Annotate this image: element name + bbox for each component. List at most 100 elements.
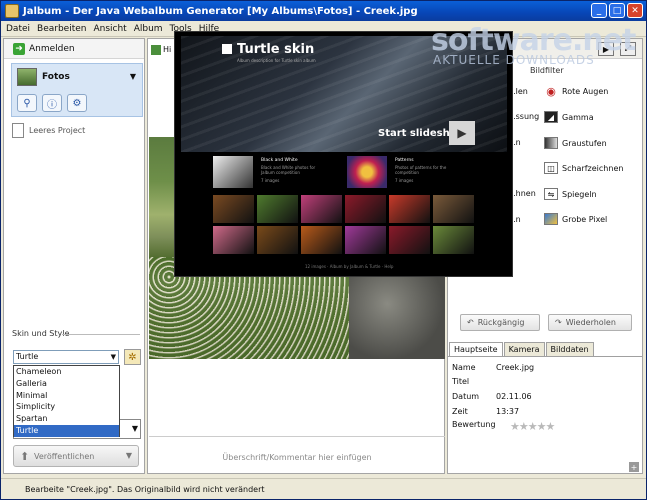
filter-gamma[interactable]: ◢ Gamma	[544, 111, 594, 123]
filter-red-eye[interactable]: ◉ Rote Augen	[544, 85, 608, 98]
empty-project-item[interactable]: Leeres Project	[12, 123, 85, 138]
thumbnail	[301, 195, 342, 223]
caption-input[interactable]: Überschrift/Kommentar hier einfügen	[148, 453, 446, 462]
filter-label: Grobe Pixel	[562, 214, 608, 224]
login-button[interactable]: ➜ Anmelden	[4, 39, 144, 59]
settings-icon[interactable]: ⚙	[67, 94, 87, 112]
prop-rating-row: Bewertung ★★★★★	[452, 420, 555, 433]
chevron-down-icon: ▼	[131, 424, 138, 433]
filter-label: Spiegeln	[562, 189, 597, 199]
prop-key: Zeit	[452, 407, 468, 416]
thumbnail	[213, 195, 254, 223]
prop-value[interactable]: 13:37	[496, 407, 519, 416]
rating-stars[interactable]: ★★★★★	[510, 420, 555, 433]
prop-value[interactable]: 02.11.06	[496, 392, 532, 401]
album-title: Black and White	[261, 158, 298, 163]
skin-option-turtle[interactable]: Turtle	[14, 424, 119, 437]
filter-grayscale[interactable]: Graustufen	[544, 137, 607, 149]
prop-time-row: Zeit 13:37	[452, 407, 519, 416]
home-tab-label: Hi	[163, 45, 172, 54]
filter-pixelate[interactable]: Grobe Pixel	[544, 213, 607, 225]
login-arrow-icon: ➜	[13, 42, 25, 55]
jalbum-app-icon	[5, 4, 19, 18]
publish-button[interactable]: ⬆ Veröffentlichen ▼	[13, 445, 139, 467]
thumbnail	[433, 226, 474, 254]
menu-datei[interactable]: Datei	[6, 24, 30, 34]
skin-option-simplicity[interactable]: Simplicity	[14, 401, 119, 413]
redo-label: Wiederholen	[565, 318, 616, 327]
search-icon[interactable]: ⚲	[17, 94, 37, 112]
tab-bilddaten[interactable]: Bilddaten	[545, 342, 594, 356]
chevron-down-icon[interactable]: ▼	[126, 451, 132, 460]
album-fotos[interactable]: Fotos ▼ ⚲ ⓘ ⚙	[11, 63, 143, 117]
eye-icon: ◉	[544, 85, 558, 98]
undo-icon: ↶	[467, 318, 474, 327]
watermark-tagline: AKTUELLE DOWNLOADS	[433, 53, 595, 67]
preview-subtitle: Album description for Turtle skin album	[237, 58, 316, 63]
album-count: 7 images	[261, 178, 280, 183]
mirror-icon: ⇋	[544, 188, 558, 200]
thumbnail	[213, 226, 254, 254]
menu-album[interactable]: Album	[134, 24, 163, 34]
album-thumbnail	[17, 68, 37, 86]
preview-footer: 12 images · Album by Jalbum & Turtle · H…	[305, 264, 394, 269]
prop-key: Name	[452, 363, 476, 372]
menu-ansicht[interactable]: Ansicht	[93, 24, 126, 34]
chevron-down-icon: ▼	[110, 353, 116, 361]
skin-section-label: Skin und Style	[12, 329, 70, 338]
maximize-button[interactable]: □	[609, 3, 625, 18]
minimize-button[interactable]: _	[591, 3, 607, 18]
skin-select[interactable]: Turtle ▼	[13, 350, 119, 364]
skin-dropdown-list: Chameleon Galleria Minimal Simplicity Sp…	[13, 365, 120, 437]
skin-option-spartan[interactable]: Spartan	[14, 413, 119, 425]
skin-preview-popup: Turtle skin Album description for Turtle…	[174, 31, 513, 277]
left-pane: ➜ Anmelden Fotos ▼ ⚲ ⓘ ⚙ Leeres Project …	[3, 38, 145, 474]
preview-title: Turtle skin	[237, 42, 315, 57]
chevron-down-icon[interactable]: ▼	[130, 72, 136, 81]
prop-value[interactable]: Creek.jpg	[496, 363, 534, 372]
thumbnail	[345, 195, 386, 223]
undo-button[interactable]: ↶ Rückgängig	[460, 314, 540, 331]
album-thumbnail	[347, 156, 387, 188]
prop-name-row: Name Creek.jpg	[452, 363, 534, 372]
skin-option-chameleon[interactable]: Chameleon	[14, 366, 119, 378]
window-title: Jalbum - Der Java Webalbum Generator [My…	[23, 5, 418, 17]
gamma-icon: ◢	[544, 111, 558, 123]
skin-settings-icon[interactable]: ✲	[124, 349, 141, 365]
prop-key: Titel	[452, 377, 470, 386]
play-icon: ▶	[449, 121, 475, 145]
filter-section-label: Bildfilter	[530, 66, 564, 75]
divider	[62, 334, 140, 335]
menu-bearbeiten[interactable]: Bearbeiten	[37, 24, 86, 34]
skin-option-minimal[interactable]: Minimal	[14, 390, 119, 402]
filter-label: Scharfzeichnen	[562, 163, 624, 173]
undo-label: Rückgängig	[477, 318, 525, 327]
pixelate-icon	[544, 213, 558, 225]
thumbnail	[433, 195, 474, 223]
close-button[interactable]: ✕	[627, 3, 643, 18]
filter-sharpen[interactable]: ◫ Scharfzeichnen	[544, 162, 623, 174]
prop-key: Bewertung	[452, 420, 496, 429]
grayscale-icon	[544, 137, 558, 149]
info-icon[interactable]: ⓘ	[42, 94, 62, 112]
sharpen-icon: ◫	[544, 162, 558, 174]
thumbnail	[257, 195, 298, 223]
status-bar: Bearbeite "Creek.jpg". Das Originalbild …	[1, 478, 646, 499]
prop-key: Datum	[452, 392, 480, 401]
tab-hauptseite[interactable]: Hauptseite	[449, 342, 503, 356]
empty-project-label: Leeres Project	[29, 126, 86, 135]
login-label: Anmelden	[29, 43, 75, 54]
upload-icon: ⬆	[20, 450, 30, 463]
add-icon[interactable]: +	[629, 462, 639, 472]
prop-title-row: Titel	[452, 377, 496, 386]
app-window: Jalbum - Der Java Webalbum Generator [My…	[0, 0, 647, 500]
tab-kamera[interactable]: Kamera	[503, 342, 545, 356]
turtle-logo-icon	[222, 44, 232, 54]
properties-panel: Name Creek.jpg Titel Datum 02.11.06 Zeit…	[448, 356, 642, 474]
skin-option-galleria[interactable]: Galleria	[14, 378, 119, 390]
preview-album: Patterns Photos of patterns for the comp…	[315, 156, 446, 190]
filter-mirror[interactable]: ⇋ Spiegeln	[544, 188, 597, 200]
redo-icon: ↷	[555, 318, 562, 327]
redo-button[interactable]: ↷ Wiederholen	[548, 314, 632, 331]
album-description: Black and White photos for Jalbum compet…	[261, 165, 316, 175]
